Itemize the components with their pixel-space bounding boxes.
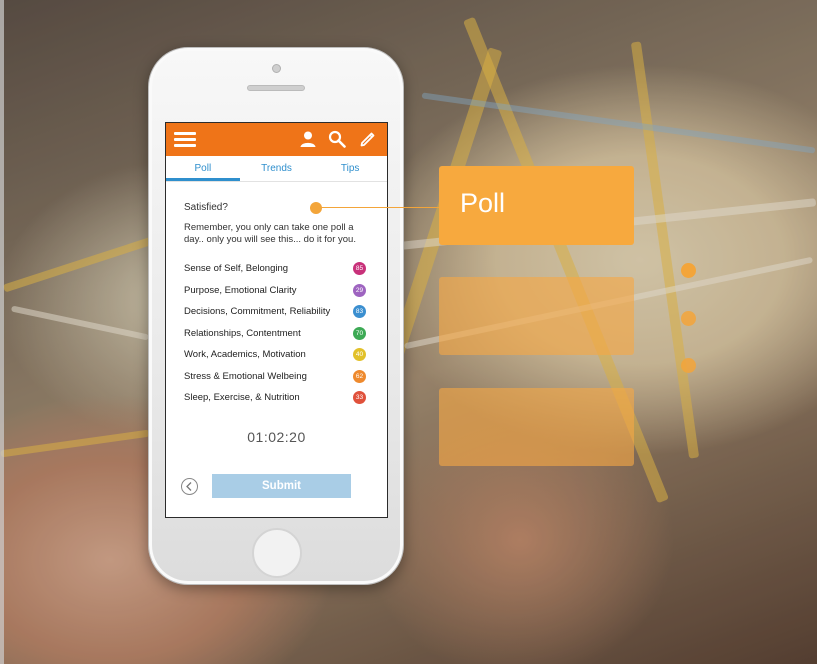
search-icon[interactable] bbox=[328, 130, 346, 148]
phone-camera bbox=[272, 64, 281, 73]
score-badge: 40 bbox=[353, 348, 366, 362]
poll-items: Sense of Self, Belonging 85 Purpose, Emo… bbox=[184, 258, 369, 409]
poll-item-label: Purpose, Emotional Clarity bbox=[184, 284, 297, 296]
poll-item-label: Stress & Emotional Welbeing bbox=[184, 370, 307, 382]
pagination-dot[interactable] bbox=[681, 311, 696, 326]
edit-icon[interactable] bbox=[359, 130, 377, 148]
score-badge: 33 bbox=[353, 391, 366, 405]
poll-note: Remember, you only can take one poll a d… bbox=[184, 222, 356, 245]
callout-title: Poll bbox=[460, 188, 506, 218]
score-badge: 83 bbox=[353, 305, 366, 319]
poll-item[interactable]: Decisions, Commitment, Reliability 83 bbox=[184, 301, 369, 323]
score-badge: 62 bbox=[353, 369, 366, 383]
poll-item-label: Decisions, Commitment, Reliability bbox=[184, 306, 331, 318]
poll-item-label: Sense of Self, Belonging bbox=[184, 263, 289, 275]
score-badge: 70 bbox=[353, 326, 366, 340]
poll-item[interactable]: Sense of Self, Belonging 85 bbox=[184, 258, 369, 280]
callout-panel-poll: Poll bbox=[439, 166, 634, 245]
countdown-timer: 01:02:20 bbox=[247, 428, 306, 445]
tab-bar: Poll Trends Tips bbox=[166, 156, 387, 182]
poll-item[interactable]: Relationships, Contentment 70 bbox=[184, 323, 369, 345]
callout-dot bbox=[310, 202, 322, 214]
score-badge: 29 bbox=[353, 283, 366, 297]
pagination-dot[interactable] bbox=[681, 263, 696, 278]
callout-connector-line bbox=[316, 207, 440, 208]
left-edge bbox=[0, 0, 4, 664]
poll-item-label: Work, Academics, Motivation bbox=[184, 349, 306, 361]
phone-mockup: Poll Trends Tips Satisfied? Remember, yo… bbox=[148, 47, 404, 585]
chevron-left-icon bbox=[186, 482, 192, 491]
user-icon[interactable] bbox=[299, 130, 317, 148]
back-button[interactable] bbox=[181, 478, 198, 495]
tab-tips[interactable]: Tips bbox=[313, 156, 387, 181]
poll-item-label: Sleep, Exercise, & Nutrition bbox=[184, 392, 300, 404]
callout-panel-empty bbox=[439, 277, 634, 355]
tab-trends[interactable]: Trends bbox=[240, 156, 314, 181]
home-button bbox=[252, 528, 302, 578]
tab-poll[interactable]: Poll bbox=[166, 156, 240, 181]
poll-item-label: Relationships, Contentment bbox=[184, 327, 301, 339]
app-bar bbox=[166, 123, 387, 156]
submit-button[interactable]: Submit bbox=[212, 474, 351, 498]
poll-content: Satisfied? Remember, you only can take o… bbox=[166, 202, 387, 445]
callout-panel-empty bbox=[439, 388, 634, 466]
poll-item[interactable]: Purpose, Emotional Clarity 29 bbox=[184, 280, 369, 302]
background-photo bbox=[0, 0, 817, 664]
poll-item[interactable]: Sleep, Exercise, & Nutrition 33 bbox=[184, 387, 369, 409]
poll-item[interactable]: Work, Academics, Motivation 40 bbox=[184, 344, 369, 366]
app-screen: Poll Trends Tips Satisfied? Remember, yo… bbox=[165, 122, 388, 518]
poll-item[interactable]: Stress & Emotional Welbeing 62 bbox=[184, 366, 369, 388]
score-badge: 85 bbox=[353, 262, 366, 276]
phone-speaker bbox=[247, 85, 305, 91]
pagination-dot[interactable] bbox=[681, 358, 696, 373]
menu-icon[interactable] bbox=[174, 132, 196, 148]
